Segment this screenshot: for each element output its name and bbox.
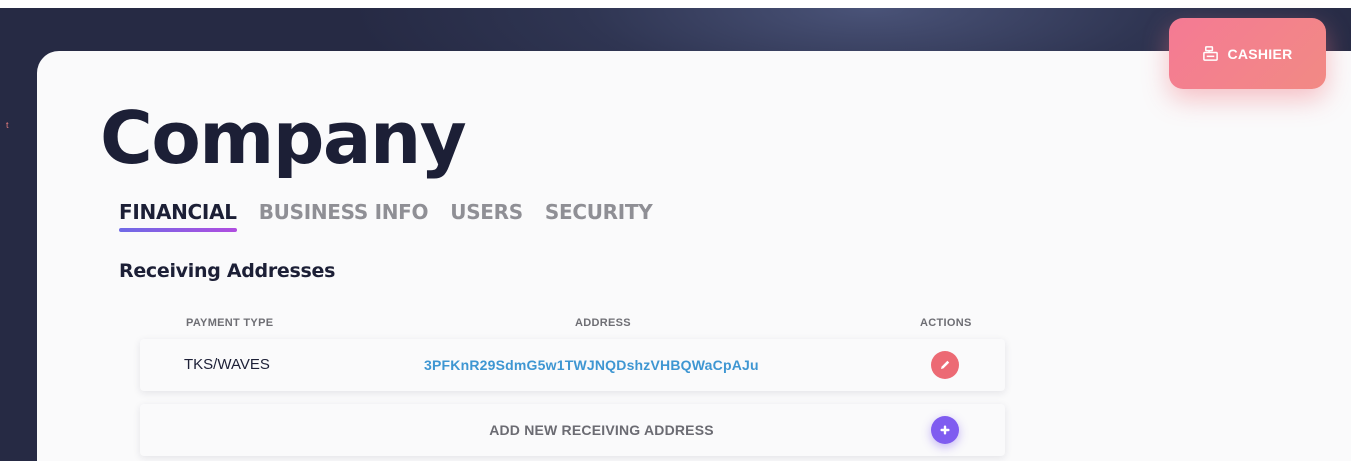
section-title-receiving-addresses: Receiving Addresses bbox=[119, 260, 336, 282]
tab-security[interactable]: SECURITY bbox=[545, 200, 653, 232]
column-header-payment-type: PAYMENT TYPE bbox=[186, 317, 274, 329]
plus-icon bbox=[940, 425, 950, 435]
payment-type-cell: TKS/WAVES bbox=[184, 356, 270, 373]
table-row: TKS/WAVES 3PFKnR29SdmG5w1TWJNQDshzVHBQWa… bbox=[140, 339, 1005, 391]
add-receiving-address-row[interactable]: ADD NEW RECEIVING ADDRESS bbox=[140, 404, 1005, 456]
cash-register-icon bbox=[1203, 46, 1219, 61]
cashier-label: CASHIER bbox=[1227, 45, 1293, 62]
add-receiving-address-label: ADD NEW RECEIVING ADDRESS bbox=[489, 422, 714, 438]
column-header-actions: ACTIONS bbox=[920, 317, 972, 329]
sidebar-edge-glyph: t bbox=[6, 120, 9, 130]
pencil-icon bbox=[941, 360, 950, 369]
tab-business-info[interactable]: BUSINESS INFO bbox=[259, 200, 429, 232]
column-header-address: ADDRESS bbox=[575, 317, 631, 329]
tab-financial[interactable]: FINANCIAL bbox=[119, 200, 237, 232]
address-link[interactable]: 3PFKnR29SdmG5w1TWJNQDshzVHBQWaCpAJu bbox=[424, 339, 759, 391]
tab-bar: FINANCIAL BUSINESS INFO USERS SECURITY bbox=[119, 200, 653, 232]
edit-address-button[interactable] bbox=[931, 351, 959, 379]
cashier-button[interactable]: CASHIER bbox=[1169, 18, 1326, 89]
add-address-button[interactable] bbox=[931, 416, 959, 444]
page-title: Company bbox=[100, 96, 467, 180]
tab-users[interactable]: USERS bbox=[450, 200, 523, 232]
